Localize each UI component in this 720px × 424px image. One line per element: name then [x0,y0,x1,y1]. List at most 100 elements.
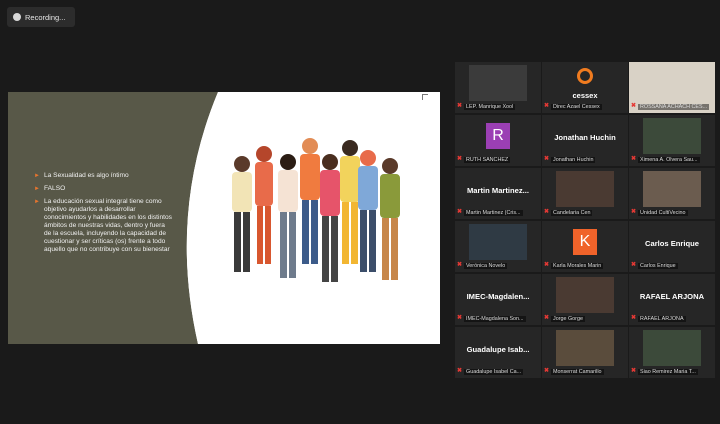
participant-display-name: Carlos Enrique [644,239,699,248]
participant-caption: ✖ ROSSANA ACHACH CES... [631,102,713,111]
mic-muted-icon: ✖ [544,156,550,162]
participant-tile[interactable]: K ✖ Karla Morales Marin [542,221,628,272]
participant-name-label: Ximena A. Olvera Sau... [638,156,700,163]
participant-caption: ✖ LEP. Manrique Xool [457,102,539,111]
participant-name-label: Jonathan Huchin [551,156,596,163]
participant-avatar: K [573,229,597,255]
participant-video-feed [469,224,527,260]
participant-tile[interactable]: ✖ Candelaria Cen [542,168,628,219]
people-group-illustration [232,138,400,282]
participant-video-feed [643,171,701,207]
participant-caption: ✖ Guadalupe Isabel Ca... [457,367,539,376]
mic-muted-icon: ✖ [631,209,637,215]
participant-caption: ✖ RAFAEL ARJONA [631,314,713,323]
participant-tile[interactable]: Guadalupe Isab... ✖ Guadalupe Isabel Ca... [455,327,541,378]
participant-caption: ✖ Unidad CultiVecino [631,208,713,217]
participant-caption: ✖ Verónica Novelo [457,261,539,270]
participant-tile[interactable]: Martin Martinez... ✖ Martin Martinez (Cris… [455,168,541,219]
mic-muted-icon: ✖ [544,315,550,321]
participant-caption: ✖ Siao Remirez Maria T... [631,367,713,376]
participant-caption: ✖ RUTH SANCHEZ [457,155,539,164]
participant-caption: ✖ Carlos Enrique [631,261,713,270]
mic-muted-icon: ✖ [457,156,463,162]
recording-label: Recording... [25,12,66,22]
participant-caption: ✖ Karla Morales Marin [544,261,626,270]
participant-tile[interactable]: ✖ Jorge Gorge [542,274,628,325]
participant-name-label: Carlos Enrique [638,262,678,269]
mic-muted-icon: ✖ [631,315,637,321]
mic-muted-icon: ✖ [544,368,550,374]
participant-name-label: Karla Morales Marin [551,262,604,269]
participant-video-feed [643,118,701,154]
mouse-cursor-icon [422,94,428,100]
participant-display-name: RAFAEL ARJONA [639,292,705,301]
bullet-arrow-icon: ► [34,186,40,192]
participant-video-feed [643,330,701,366]
participant-name-label: Martin Martinez (Cris... [464,209,523,216]
mic-muted-icon: ✖ [457,262,463,268]
mic-muted-icon: ✖ [631,156,637,162]
participant-tile[interactable]: IMEC-Magdalen... ✖ IMEC-Magdalena Son... [455,274,541,325]
mic-muted-icon: ✖ [631,368,637,374]
mic-muted-icon: ✖ [544,209,550,215]
participant-tile[interactable]: R ✖ RUTH SANCHEZ [455,115,541,166]
participant-tile[interactable]: ✖ Unidad CultiVecino [629,168,715,219]
participant-tile[interactable]: ✖ Ximena A. Olvera Sau... [629,115,715,166]
mic-muted-icon: ✖ [631,262,637,268]
mic-muted-icon: ✖ [631,103,637,109]
participant-video-feed [556,277,614,313]
participant-display-name: Guadalupe Isab... [466,345,530,354]
participant-tile[interactable]: Jonathan Huchin ✖ Jonathan Huchin [542,115,628,166]
slide-bullet-list: ► La Sexualidad es algo íntimo ► FALSO ► La… [34,172,174,259]
participant-tile[interactable]: ✖ Verónica Novelo [455,221,541,272]
participant-name-label: RUTH SANCHEZ [464,156,511,163]
participant-name-label: Guadalupe Isabel Ca... [464,368,524,375]
recording-indicator[interactable]: Recording... [7,7,75,27]
participant-tile[interactable]: ✖ LEP. Manrique Xool [455,62,541,113]
participant-video-feed [556,330,614,366]
mic-muted-icon: ✖ [544,262,550,268]
participant-caption: ✖ Monserrat Camarillo [544,367,626,376]
mic-muted-icon: ✖ [544,103,550,109]
participant-tile[interactable]: RAFAEL ARJONA ✖ RAFAEL ARJONA [629,274,715,325]
participant-tile[interactable]: ✖ Monserrat Camarillo [542,327,628,378]
mic-muted-icon: ✖ [457,209,463,215]
participant-caption: ✖ Jorge Gorge [544,314,626,323]
participant-name-label: Direc Azael Cessex [551,103,602,110]
participant-name-label: Siao Remirez Maria T... [638,368,698,375]
recording-icon [13,13,21,21]
mic-muted-icon: ✖ [457,315,463,321]
bullet-arrow-icon: ► [34,199,40,205]
mic-muted-icon: ✖ [457,103,463,109]
participant-avatar: R [486,123,510,149]
participant-name-label: IMEC-Magdalena Son... [464,315,526,322]
participant-caption: ✖ Jonathan Huchin [544,155,626,164]
participant-tile[interactable]: ✖ Siao Remirez Maria T... [629,327,715,378]
shared-screen-slide: ► La Sexualidad es algo íntimo ► FALSO ► La… [8,92,440,344]
slide-bullet: ► FALSO [34,185,66,192]
participant-name-label: ROSSANA ACHACH CES... [638,103,710,110]
participant-display-name: Martin Martinez... [466,186,530,195]
participant-caption: ✖ Candelaria Cen [544,208,626,217]
participant-display-name: Jonathan Huchin [554,133,616,142]
participant-tile[interactable]: Carlos Enrique ✖ Carlos Enrique [629,221,715,272]
zoom-meeting-window: Recording... ► La Sexualidad es algo ínti… [0,0,720,424]
participant-name-label: Unidad CultiVecino [638,209,688,216]
participant-caption: ✖ Martin Martinez (Cris... [457,208,539,217]
slide-bullet: ► La Sexualidad es algo íntimo [34,172,129,179]
participant-display-name: IMEC-Magdalen... [466,292,530,301]
participant-caption: ✖ Direc Azael Cessex [544,102,626,111]
participant-tile[interactable]: ✖ ROSSANA ACHACH CES... [629,62,715,113]
participant-name-label: Jorge Gorge [551,315,585,322]
slide-bullet: ► La educación sexual integral tiene como… [34,198,172,253]
bullet-arrow-icon: ► [34,173,40,179]
participant-tile[interactable]: cessex ✖ Direc Azael Cessex [542,62,628,113]
participant-video-feed [556,171,614,207]
mic-muted-icon: ✖ [457,368,463,374]
participant-video-feed [469,65,527,101]
participant-name-label: RAFAEL ARJONA [638,315,686,322]
participant-name-label: Monserrat Camarillo [551,368,604,375]
cessex-logo-text: cessex [572,91,598,100]
participant-caption: ✖ Ximena A. Olvera Sau... [631,155,713,164]
participant-name-label: Verónica Novelo [464,262,508,269]
